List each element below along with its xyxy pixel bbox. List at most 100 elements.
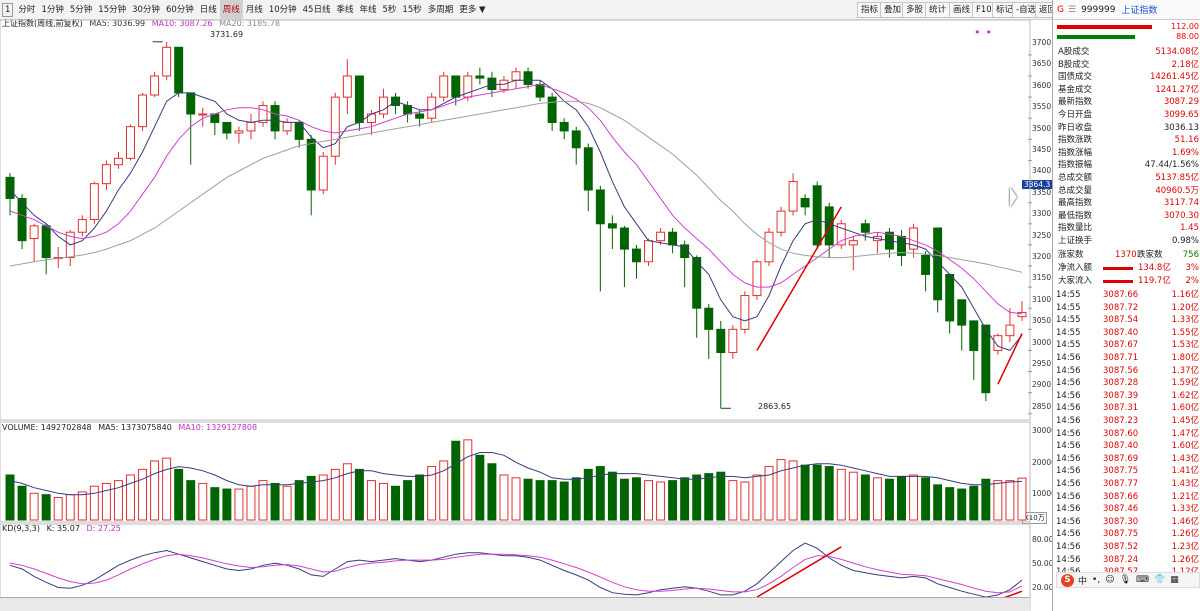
tool-button[interactable]: 指标 — [857, 2, 883, 18]
flow-label: 大家流入 — [1058, 275, 1093, 286]
timeframe-tab[interactable]: 1分钟 — [38, 0, 66, 20]
volume-bar — [29, 492, 39, 521]
ime-voice-icon[interactable]: 🎙 — [1120, 575, 1131, 585]
tick-price: 3087.77 — [1103, 479, 1139, 489]
timeframe-tab[interactable]: 年线 — [356, 0, 379, 20]
chart-area[interactable]: 上证指数(周线,前复权) MA5: 3036.99 MA10: 3087.26 … — [0, 19, 1056, 611]
stat-row: 昨日收盘 3036.13 — [1053, 122, 1200, 135]
candle-body — [330, 96, 340, 157]
tick-row: 14:56 3087.75 1.26亿 — [1053, 528, 1200, 541]
timeframe-tab[interactable]: 5分钟 — [67, 0, 95, 20]
candlestick-chart[interactable] — [0, 20, 1052, 611]
tick-time: 14:55 — [1056, 302, 1081, 313]
tick-row: 14:56 3087.40 1.60亿 — [1053, 440, 1200, 453]
tick-price: 3087.40 — [1103, 327, 1139, 338]
tick-row: 14:56 3087.60 1.47亿 — [1053, 428, 1200, 441]
tick-row: 14:55 3087.67 1.53亿 — [1053, 339, 1200, 352]
candle-body — [475, 75, 485, 79]
timeframe-tab[interactable]: 月线 — [243, 0, 266, 20]
volume-bar — [860, 474, 870, 521]
stat-row: 国债成交 14261.45亿 — [1053, 71, 1200, 84]
ime-punct-icon[interactable]: •, — [1092, 575, 1100, 585]
tick-time: 14:56 — [1056, 428, 1081, 439]
volume-bar — [439, 460, 449, 521]
stat-row: 总成交量 40960.5万 — [1053, 185, 1200, 198]
stat-label: 指数涨跌 — [1058, 135, 1093, 146]
timeframe-tab[interactable]: 分时 — [15, 0, 38, 20]
timeframe-tab[interactable]: 更多 ▼ — [456, 0, 488, 20]
timeframe-tab[interactable]: 15秒 — [399, 0, 424, 20]
ime-keyboard-icon[interactable]: ⌨ — [1136, 575, 1149, 585]
tick-amount: 1.80亿 — [1171, 353, 1199, 363]
candle-body — [704, 307, 714, 330]
candle-body — [933, 227, 943, 301]
ime-skin-icon[interactable]: 👕 — [1154, 575, 1165, 585]
ime-toolbar[interactable]: S 中 •, ☺ 🎙 ⌨ 👕 ▦ — [1056, 572, 1200, 588]
volume-bar — [415, 474, 425, 521]
tool-button[interactable]: 统计 — [925, 2, 951, 18]
timeframe-tab[interactable]: 30分钟 — [129, 0, 163, 20]
tick-time: 14:56 — [1056, 353, 1081, 363]
candle-body — [631, 248, 641, 263]
candle-body — [728, 328, 738, 354]
tick-time: 14:56 — [1056, 390, 1081, 401]
tick-time: 14:56 — [1056, 504, 1081, 515]
stat-row: 最高指数 3117.74 — [1053, 197, 1200, 210]
tick-time: 14:56 — [1056, 365, 1081, 376]
tick-time: 14:55 — [1056, 315, 1081, 326]
stat-row: 最低指数 3070.30 — [1053, 210, 1200, 223]
volume-bar — [704, 473, 714, 521]
stat-value: 0.98% — [1171, 236, 1199, 246]
tick-time: 14:56 — [1056, 554, 1081, 565]
tick-time: 14:56 — [1056, 542, 1081, 552]
timeframe-tab[interactable]: 10分钟 — [266, 0, 300, 20]
tick-amount: 1.55亿 — [1171, 327, 1199, 338]
tick-price: 3087.60 — [1103, 428, 1139, 439]
volume-bar — [282, 485, 292, 521]
app-window: 1 分时 1分钟 5分钟 15分钟 30分钟 60分钟 日线 周线 月线 10分钟 45日线 季线 年线… — [0, 0, 1200, 611]
timeframe-tab[interactable]: 5秒 — [380, 0, 400, 20]
stat-value: 3087.29 — [1163, 97, 1199, 108]
ime-emoji-icon[interactable]: ☺ — [1105, 575, 1114, 585]
candle-body — [1005, 324, 1015, 337]
stat-label: 指数量比 — [1058, 223, 1093, 234]
ime-grid-icon[interactable]: ▦ — [1170, 575, 1179, 585]
timeframe-tab[interactable]: 季线 — [333, 0, 356, 20]
timeframe-tab[interactable]: 15分钟 — [95, 0, 129, 20]
stat-value: 3070.30 — [1163, 210, 1199, 221]
candle-body — [246, 121, 256, 132]
tick-row: 14:56 3087.23 1.45亿 — [1053, 415, 1200, 428]
volume-bar — [150, 460, 160, 521]
tool-button[interactable]: 多股 — [902, 2, 928, 18]
tick-time: 14:56 — [1056, 529, 1081, 540]
timeframe-tab[interactable]: 60分钟 — [163, 0, 197, 20]
stat-label: 国债成交 — [1058, 72, 1093, 83]
timeframe-tab[interactable]: 45日线 — [300, 0, 334, 20]
tick-row: 14:56 3087.24 1.26亿 — [1053, 554, 1200, 567]
tick-row: 14:56 3087.39 1.62亿 — [1053, 390, 1200, 403]
tick-price: 3087.39 — [1103, 390, 1139, 401]
ime-logo-icon[interactable]: S — [1061, 573, 1074, 587]
ime-language[interactable]: 中 — [1078, 574, 1087, 587]
trend-arrow — [756, 206, 842, 351]
timeframe-tab[interactable]: 日线 — [197, 0, 220, 20]
volume-bar — [933, 484, 943, 521]
tick-amount: 1.46亿 — [1171, 516, 1199, 527]
tick-price: 3087.56 — [1103, 365, 1139, 376]
candle-body — [138, 94, 148, 128]
timeframe-tab[interactable]: 周线 — [219, 0, 243, 20]
timeframe-tab[interactable]: 多周期 — [425, 0, 457, 20]
tick-row: 14:56 3087.77 1.43亿 — [1053, 478, 1200, 491]
volume-bar — [379, 482, 388, 521]
volume-bar — [246, 485, 256, 521]
candle-body — [427, 96, 437, 119]
candle-body — [969, 320, 979, 351]
tool-button[interactable]: 画线 — [949, 2, 975, 18]
volume-bar — [680, 477, 690, 521]
down-count: 756 — [1182, 250, 1199, 260]
volume-bar — [210, 487, 220, 521]
candle-body — [439, 75, 449, 98]
menu-icon[interactable]: ☰ — [1068, 5, 1076, 15]
tick-amount: 1.33亿 — [1171, 315, 1199, 326]
volume-bar — [318, 474, 328, 521]
